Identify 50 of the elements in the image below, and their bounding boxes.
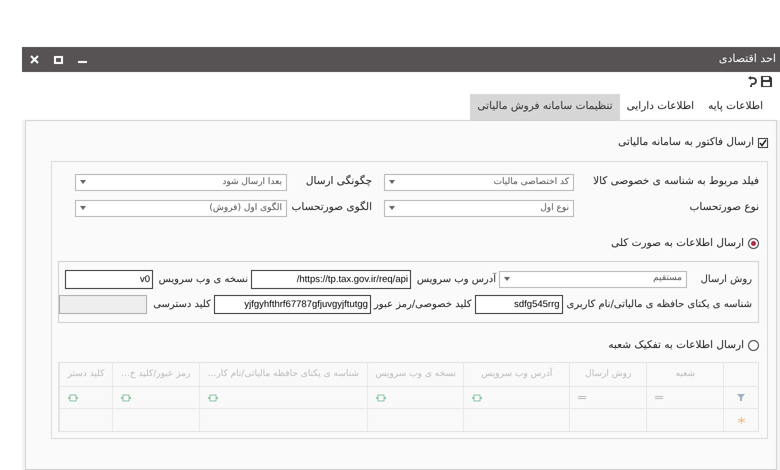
caret-icon: [389, 180, 395, 184]
dropdown[interactable]: مستقیم: [499, 270, 687, 288]
field-label: الگوی صورتحساب: [292, 200, 372, 216]
new-row-icon[interactable]: [738, 416, 745, 424]
radio-label: ارسال اطلاعات به صورت کلی: [611, 236, 744, 251]
text-filter-icon[interactable]: [208, 394, 218, 402]
tab[interactable]: اطلاعات پایه: [701, 94, 770, 120]
tab[interactable]: اطلاعات دارایی: [620, 94, 702, 120]
maximize-icon: [54, 56, 62, 64]
tab[interactable]: تنظیمات سامانه فروش مالیاتی: [470, 94, 620, 120]
close-icon: [30, 55, 38, 64]
filter-icon[interactable]: [737, 394, 746, 402]
input-field[interactable]: sdfg545rrg: [474, 294, 563, 314]
text-filter-icon[interactable]: [121, 394, 132, 402]
caret-icon: [504, 277, 510, 281]
dropdown[interactable]: الگوی اول (فروش): [75, 200, 287, 217]
field-label: شناسه ی یکتای حافظه ی مالیاتی/نام کاربری: [566, 298, 752, 312]
radio-label: ارسال اطلاعات به تفکیک شعبه: [608, 338, 744, 353]
text-filter-icon[interactable]: [376, 394, 386, 402]
checkbox[interactable]: [758, 138, 768, 148]
input-field[interactable]: yjfgyhfthrf67787gfjuvgyjftutgg: [214, 294, 371, 314]
save-button[interactable]: [761, 76, 772, 86]
dropdown[interactable]: نوع اول: [384, 200, 574, 217]
caret-icon: [80, 206, 86, 210]
text-filter-icon[interactable]: [68, 394, 78, 402]
radio-button[interactable]: [748, 238, 759, 250]
save-icon: [761, 76, 772, 86]
field-label: چگونگی ارسال: [304, 174, 372, 190]
field-label: آدرس وب سرویس: [416, 272, 496, 286]
radio-button[interactable]: [748, 340, 759, 351]
input-field[interactable]: /https://tp.tax.gov.ir/req/api: [251, 270, 411, 288]
equals-operator-icon[interactable]: [578, 396, 586, 400]
equals-operator-icon[interactable]: [655, 396, 664, 400]
check-icon: [759, 138, 767, 147]
field-label: فیلد مربوط به شناسه ی خصوصی کالا: [592, 174, 759, 190]
text-filter-icon[interactable]: [472, 394, 482, 402]
field-label: کلید دسترسی: [152, 298, 211, 312]
input-field[interactable]: v0: [65, 270, 153, 288]
dropdown[interactable]: کد اختصاصی مالیات: [384, 174, 574, 191]
field-label: روش ارسال: [700, 272, 752, 286]
dropdown[interactable]: بعدا ارسال شود: [75, 174, 287, 191]
field-label: نسخه ی وب سرویس: [158, 272, 248, 286]
checkbox-label: ارسال فاکتور به سامانه مالیاتی: [618, 135, 754, 150]
caret-icon: [80, 180, 86, 184]
field-label: کلید خصوصی/رمز عبور: [374, 298, 472, 312]
caret-icon: [389, 206, 395, 210]
undo-button[interactable]: [748, 76, 757, 86]
undo-icon: [748, 76, 757, 86]
window-title: احد اقتصادی: [718, 51, 776, 68]
field-label: نوع صورتحساب: [688, 200, 759, 216]
